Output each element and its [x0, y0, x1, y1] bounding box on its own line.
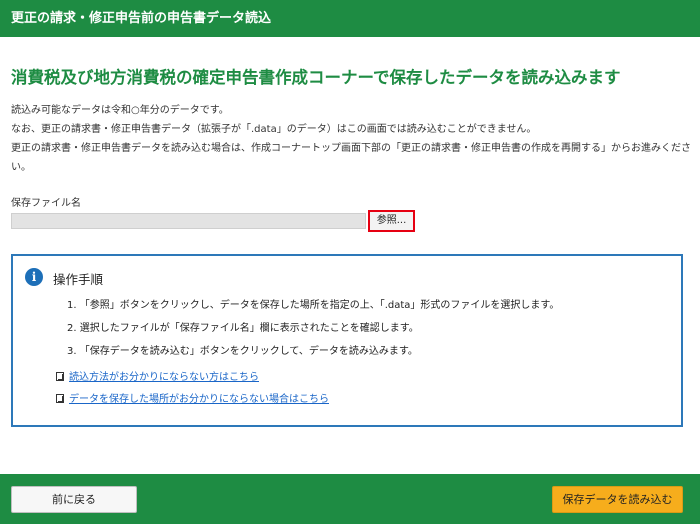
browse-button[interactable]: 参照...	[368, 210, 415, 232]
step-item: 1. 「参照」ボタンをクリックし、データを保存した場所を指定の上、「.data」…	[67, 300, 560, 311]
description-line: なお、更正の請求書・修正申告書データ（拡張子が「.data」のデータ）はこの画面…	[11, 124, 537, 135]
document-icon	[56, 371, 64, 381]
back-button[interactable]: 前に戻る	[11, 486, 137, 513]
document-icon	[56, 393, 64, 403]
panel-title: 操作手順	[53, 272, 104, 287]
load-data-button[interactable]: 保存データを読み込む	[552, 486, 683, 513]
help-link-load-method[interactable]: 読込方法がお分かりにならない方はこちら	[69, 372, 259, 383]
file-name-label: 保存ファイル名	[11, 198, 81, 209]
description-line: 更正の請求書・修正申告書データを読み込む場合は、作成コーナートップ画面下部の「更…	[11, 143, 691, 173]
help-link-save-location[interactable]: データを保存した場所がお分かりにならない場合はこちら	[69, 394, 329, 405]
footer-bar: 前に戻る 保存データを読み込む	[0, 474, 700, 524]
header-title: 更正の請求・修正申告前の申告書データ読込	[11, 11, 272, 26]
help-link-row: データを保存した場所がお分かりにならない場合はこちら	[56, 391, 329, 413]
step-item: 3. 「保存データを読み込む」ボタンをクリックして、データを読み込みます。	[67, 346, 418, 357]
instructions-panel: i 操作手順 1. 「参照」ボタンをクリックし、データを保存した場所を指定の上、…	[11, 254, 683, 427]
steps-list: 1. 「参照」ボタンをクリックし、データを保存した場所を指定の上、「.data」…	[67, 297, 559, 366]
description-line: 読込み可能なデータは令和○年分のデータです。	[11, 105, 229, 116]
help-links: 読込方法がお分かりにならない方はこちら データを保存した場所がお分かりにならない…	[56, 369, 329, 413]
file-name-field[interactable]	[11, 213, 366, 229]
help-link-row: 読込方法がお分かりにならない方はこちら	[56, 369, 329, 391]
description: 読込み可能なデータは令和○年分のデータです。 なお、更正の請求書・修正申告書デー…	[11, 101, 691, 177]
step-item: 2. 選択したファイルが「保存ファイル名」欄に表示されたことを確認します。	[67, 323, 419, 334]
header-bar: 更正の請求・修正申告前の申告書データ読込	[0, 0, 700, 37]
page-title: 消費税及び地方消費税の確定申告書作成コーナーで保存したデータを読み込みます	[11, 68, 621, 87]
info-icon: i	[25, 268, 43, 286]
